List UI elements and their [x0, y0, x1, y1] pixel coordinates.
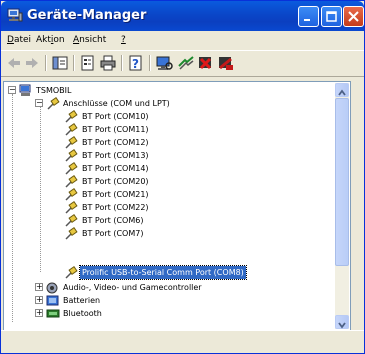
scroll-up-button[interactable] [335, 83, 349, 97]
svg-text:?: ? [132, 57, 139, 71]
port-connector-icon [65, 123, 78, 136]
title-bar[interactable]: Geräte-Manager [1, 1, 364, 31]
toolbar: ? [1, 51, 364, 77]
toolbar-separator [45, 55, 47, 71]
disable-device-icon [219, 57, 233, 70]
show-console-tree-button[interactable] [51, 54, 69, 72]
help-icon: ? [129, 55, 142, 71]
properties-icon [81, 55, 94, 71]
toolbar-separator [121, 55, 123, 71]
toolbar-separator [73, 55, 75, 71]
vertical-scrollbar[interactable] [335, 83, 349, 329]
menu-help[interactable]: ? [121, 35, 126, 45]
tree-group-label: Anschlüsse (COM und LPT) [63, 99, 170, 108]
device-tree[interactable]: − TSMOBIL − Anschlüsse (COM und LPT) BT … [3, 81, 351, 331]
uninstall-icon [199, 57, 212, 70]
expand-expander[interactable]: + [35, 296, 43, 304]
collapse-expander[interactable]: − [8, 86, 16, 94]
maximize-button[interactable] [321, 6, 342, 27]
close-icon [348, 11, 359, 22]
toolbar-separator [149, 55, 151, 71]
uninstall-button[interactable] [197, 54, 215, 72]
maximize-icon [326, 11, 337, 22]
port-connector-icon [65, 175, 78, 188]
expand-expander[interactable]: + [35, 309, 43, 317]
update-driver-icon [178, 56, 194, 70]
console-tree-icon [52, 56, 68, 70]
port-connector-icon [65, 162, 78, 175]
forward-arrow-icon [26, 58, 38, 68]
print-button[interactable] [99, 54, 117, 72]
window-title: Geräte-Manager [27, 8, 147, 23]
forward-button[interactable] [23, 54, 41, 72]
tree-root-label: TSMOBIL [36, 86, 72, 95]
port-connector-icon [65, 188, 78, 201]
collapse-expander[interactable]: − [35, 99, 43, 107]
port-connector-icon [65, 266, 78, 279]
menu-datei[interactable]: Datei [7, 35, 31, 45]
scroll-down-button[interactable] [335, 315, 349, 329]
scan-hardware-icon [156, 56, 173, 70]
scan-hardware-button[interactable] [155, 54, 173, 72]
close-button[interactable] [343, 6, 364, 27]
back-arrow-icon [8, 58, 20, 68]
minimize-button[interactable] [298, 6, 319, 27]
port-connector-icon [65, 136, 78, 149]
port-connector-icon [65, 214, 78, 227]
minimize-icon [304, 19, 310, 21]
menu-bar: Datei Aktion Ansicht ? [1, 31, 364, 51]
battery-icon [46, 295, 59, 306]
menu-ansicht[interactable]: Ansicht [73, 35, 106, 45]
tree-line [12, 94, 13, 322]
audio-speaker-icon [46, 282, 58, 294]
menu-aktion[interactable]: Aktion [36, 35, 65, 45]
status-bar [1, 330, 364, 353]
port-connector-icon [65, 201, 78, 214]
device-manager-app-icon [7, 8, 23, 22]
scroll-thumb[interactable] [335, 98, 349, 266]
disable-device-button[interactable] [217, 54, 235, 72]
port-connector-icon [65, 110, 78, 123]
port-connector-icon [65, 149, 78, 162]
help-button[interactable]: ? [127, 54, 145, 72]
port-connector-icon [47, 97, 60, 110]
expand-expander[interactable]: + [35, 283, 43, 291]
port-connector-icon [65, 227, 78, 240]
computer-icon [19, 84, 31, 96]
properties-button[interactable] [79, 54, 97, 72]
back-button[interactable] [5, 54, 23, 72]
tree-line [40, 106, 41, 272]
bluetooth-icon [46, 309, 60, 318]
device-manager-window: Geräte-Manager Datei Aktion Ansicht ? ? … [0, 0, 365, 354]
print-icon [100, 55, 116, 71]
update-driver-button[interactable] [177, 54, 195, 72]
